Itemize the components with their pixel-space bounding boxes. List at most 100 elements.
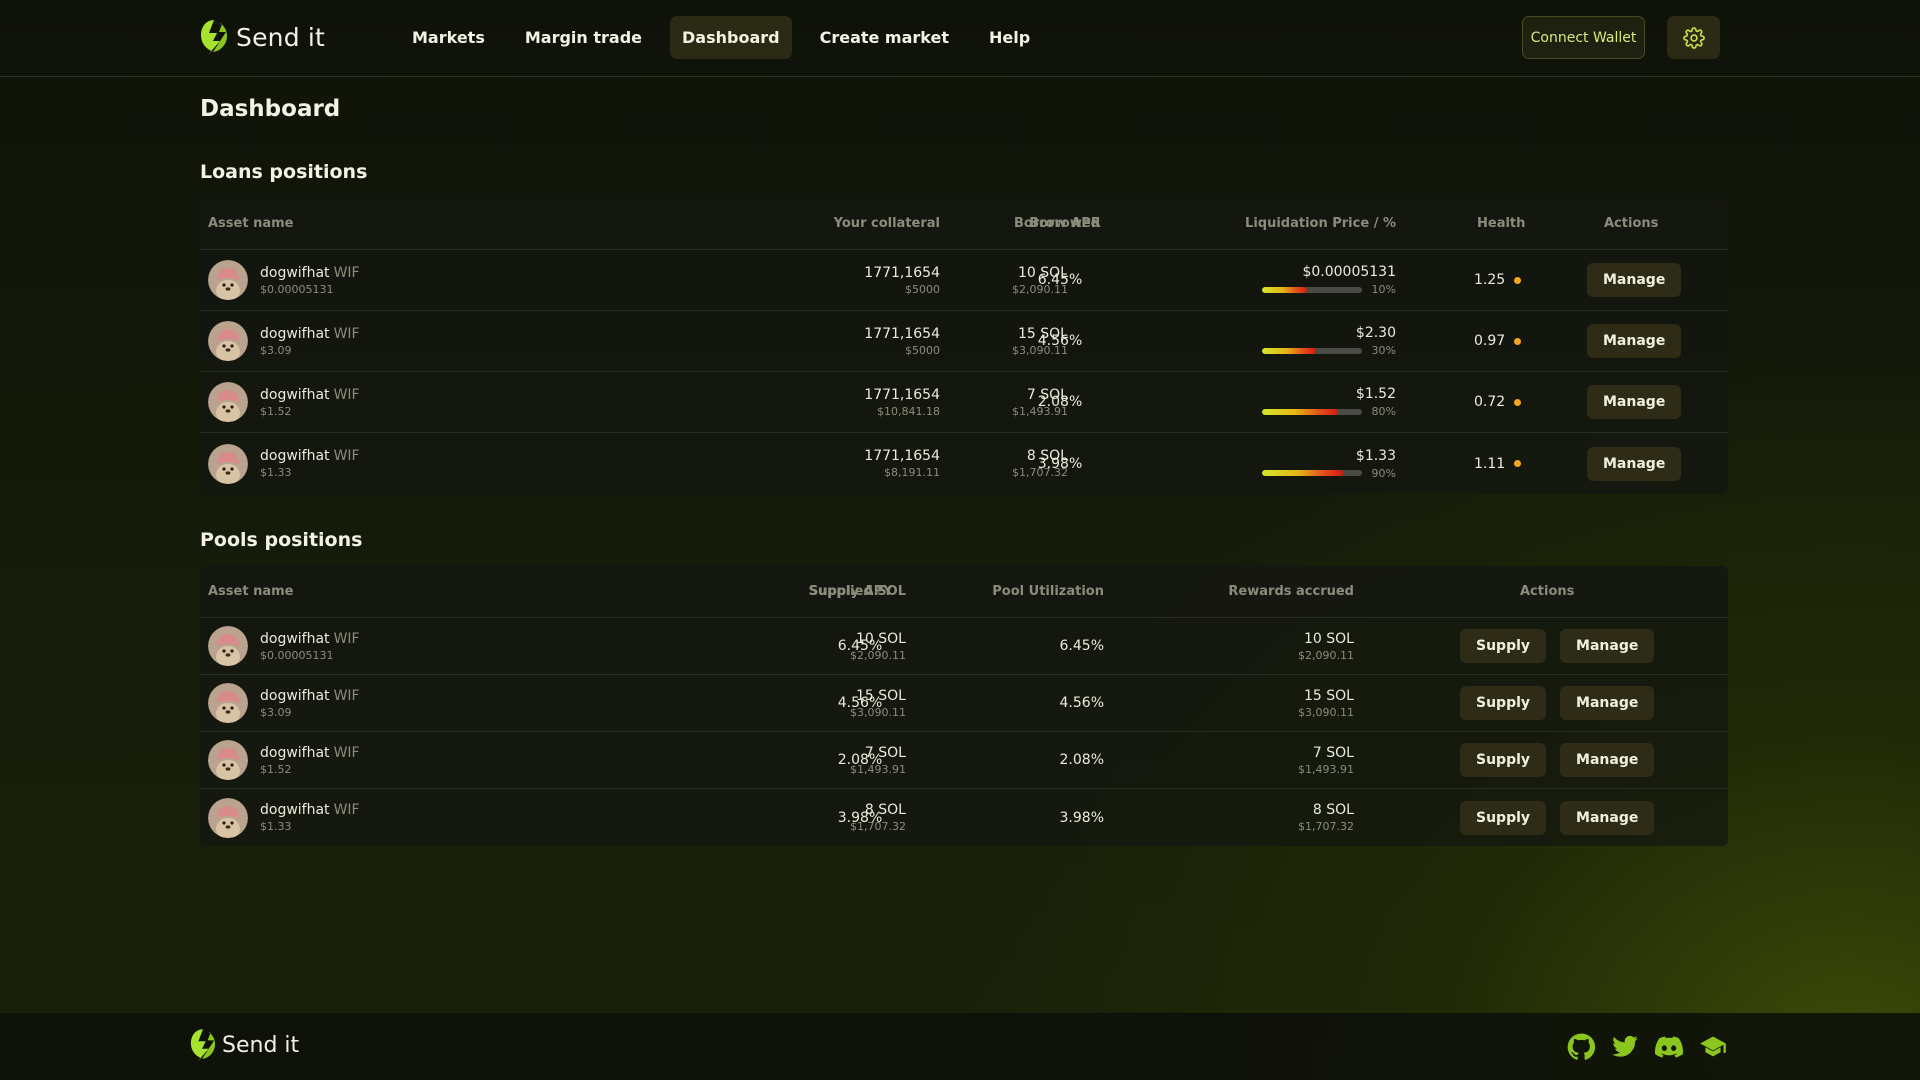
manage-button[interactable]: Manage <box>1587 324 1682 358</box>
asset-name: dogwifhat WIF <box>260 326 360 342</box>
manage-button[interactable]: Manage <box>1560 686 1655 720</box>
github-link[interactable] <box>1566 1033 1596 1061</box>
supply-apy: 6.45% <box>837 638 883 654</box>
collateral-amount: 1771,1654 <box>864 325 940 342</box>
nav-margin-trade[interactable]: Margin trade <box>513 16 654 59</box>
asset-ticker: WIF <box>333 386 360 403</box>
col-asset-name: Asset name <box>208 216 294 231</box>
pool-utilization: 6.45% <box>1059 638 1104 654</box>
nav-markets[interactable]: Markets <box>400 16 497 59</box>
asset-name: dogwifhat WIF <box>260 745 360 761</box>
asset-cell: dogwifhat WIF $1.52 <box>208 732 360 788</box>
rewards-usd: $1,707.32 <box>1298 820 1354 833</box>
manage-button[interactable]: Manage <box>1587 263 1682 297</box>
social-links <box>1566 1033 1742 1061</box>
health-value: 1.25 <box>1474 272 1506 288</box>
rewards-amount: 7 SOL <box>1312 744 1354 761</box>
avatar <box>208 797 248 838</box>
pool-utilization: 4.56% <box>1059 695 1104 711</box>
collateral-cell: 1771,1654 $8,191.11 <box>864 433 940 494</box>
collateral-usd: $8,191.11 <box>884 466 940 479</box>
actions-cell: Supply Manage <box>1460 789 1655 846</box>
connect-wallet-button[interactable]: Connect Wallet <box>1522 16 1645 59</box>
nav-help[interactable]: Help <box>977 16 1042 59</box>
actions-cell: Manage <box>1587 372 1682 432</box>
dogwifhat-avatar-icon <box>208 260 248 300</box>
footer: Send it <box>0 1013 1920 1080</box>
actions-cell: Manage <box>1587 250 1682 310</box>
asset-name: dogwifhat WIF <box>260 688 360 704</box>
rewards-cell: 8 SOL $1,707.32 <box>1298 789 1354 846</box>
liquidation-progress-fill <box>1262 286 1307 293</box>
asset-price: $0.00005131 <box>260 648 334 662</box>
asset-cell: dogwifhat WIF $3.09 <box>208 675 360 731</box>
docs-link[interactable] <box>1698 1033 1728 1061</box>
asset-name-text: dogwifhat <box>260 325 330 342</box>
twitter-link[interactable] <box>1610 1033 1640 1061</box>
asset-name-text: dogwifhat <box>260 386 330 403</box>
asset-cell: dogwifhat WIF $0.00005131 <box>208 250 360 310</box>
loans-table: Asset name Your collateral Borrowed Borr… <box>200 198 1728 494</box>
loans-table-header: Asset name Your collateral Borrowed Borr… <box>200 198 1728 250</box>
apr-cell: 3.98% <box>1037 433 1083 494</box>
asset-name-text: dogwifhat <box>260 687 330 704</box>
col-asset-name: Asset name <box>208 584 294 599</box>
dogwifhat-avatar-icon <box>208 797 248 838</box>
table-row: dogwifhat WIF $1.33 8 SOL $1,707.32 3.98% 3.98… <box>200 789 1728 846</box>
asset-cell: dogwifhat WIF $0.00005131 <box>208 618 360 674</box>
liquidation-progress-fill <box>1262 347 1316 354</box>
footer-logo[interactable]: Send it <box>190 1027 299 1063</box>
lightning-logo-icon <box>201 20 227 55</box>
asset-ticker: WIF <box>333 325 360 342</box>
apr-cell: 6.45% <box>1038 250 1082 310</box>
supply-button[interactable]: Supply <box>1460 629 1547 663</box>
supply-button[interactable]: Supply <box>1460 686 1547 720</box>
manage-button[interactable]: Manage <box>1560 743 1655 777</box>
asset-name-text: dogwifhat <box>260 744 330 761</box>
manage-button[interactable]: Manage <box>1587 385 1682 419</box>
pools-table-header: Asset name Supplied SOL Supply APY Pool … <box>200 566 1728 618</box>
manage-button[interactable]: Manage <box>1560 800 1655 835</box>
asset-cell: dogwifhat WIF $1.33 <box>208 433 360 494</box>
rewards-cell: 7 SOL $1,493.91 <box>1298 732 1354 788</box>
liquidation-percent: 30% <box>1371 344 1396 357</box>
dogwifhat-avatar-icon <box>208 382 248 422</box>
col-borrow-apr: Borrow APR <box>1014 216 1101 231</box>
manage-button[interactable]: Manage <box>1587 446 1682 481</box>
asset-ticker: WIF <box>333 744 360 761</box>
supply-button[interactable]: Supply <box>1460 743 1547 777</box>
asset-ticker: WIF <box>333 802 360 818</box>
health-value: 0.97 <box>1474 333 1506 349</box>
nav-dashboard[interactable]: Dashboard <box>670 16 792 59</box>
nav-create-market[interactable]: Create market <box>808 16 961 59</box>
asset-name: dogwifhat WIF <box>260 265 360 281</box>
collateral-cell: 1771,1654 $10,841.18 <box>864 372 940 432</box>
brand-logo[interactable]: Send it <box>200 18 325 56</box>
collateral-cell: 1771,1654 $5000 <box>864 250 940 310</box>
supply-button[interactable]: Supply <box>1460 800 1547 835</box>
avatar <box>208 321 248 361</box>
asset-ticker: WIF <box>333 630 360 647</box>
collateral-amount: 1771,1654 <box>864 264 940 281</box>
manage-button[interactable]: Manage <box>1560 629 1655 663</box>
borrow-apr: 3.98% <box>1037 455 1083 472</box>
health-status-dot <box>1514 276 1522 284</box>
apy-cell: 2.08% <box>837 732 883 788</box>
supply-apy: 2.08% <box>837 752 883 768</box>
asset-price: $1.52 <box>260 404 292 418</box>
footer-brand-name: Send it <box>222 1032 300 1058</box>
avatar <box>208 260 248 300</box>
rewards-amount: 10 SOL <box>1304 630 1354 647</box>
collateral-usd: $5000 <box>905 343 940 357</box>
liquidation-price: $0.00005131 <box>1302 264 1396 280</box>
settings-button[interactable] <box>1667 16 1720 59</box>
liquidation-progress-bar <box>1262 470 1362 476</box>
col-health: Health <box>1477 216 1526 231</box>
discord-link[interactable] <box>1654 1033 1684 1061</box>
liquidation-percent: 10% <box>1371 283 1396 296</box>
asset-price: $1.33 <box>260 466 292 479</box>
main-nav: Markets Margin trade Dashboard Create ma… <box>400 16 1058 59</box>
asset-name: dogwifhat WIF <box>260 448 360 464</box>
actions-cell: Manage <box>1587 433 1682 494</box>
asset-ticker: WIF <box>333 264 360 281</box>
